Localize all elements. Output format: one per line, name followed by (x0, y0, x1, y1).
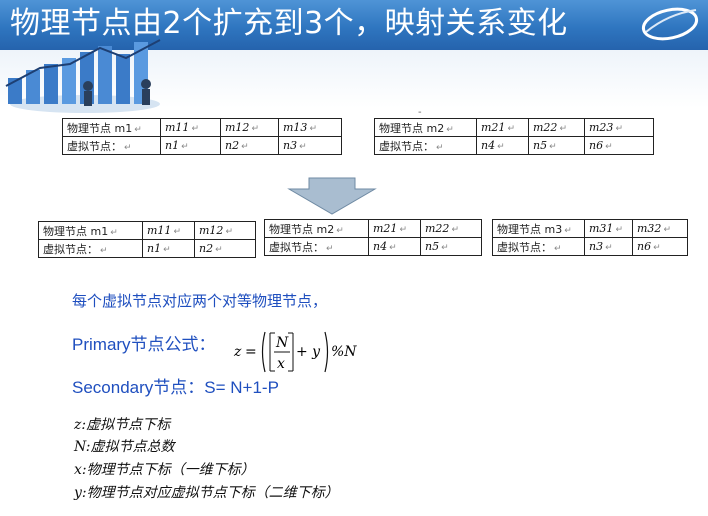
formula-denominator: x (277, 356, 285, 372)
table-cell: m32 (637, 222, 662, 235)
table-cell: m21 (373, 222, 398, 235)
table-row: 虚拟节点： ↵ n1 ↵ n2 ↵ (38, 239, 256, 258)
table-cell: n3 (283, 139, 298, 152)
business-chart-illustration-icon (5, 39, 161, 113)
table-cell: n6 (589, 139, 604, 152)
table-cell: 物理节点 m1 (67, 121, 133, 135)
table-cell: n3 (589, 240, 604, 253)
table-cell: 虚拟节点： (67, 139, 122, 153)
virtual-node-note: 每个虚拟节点对应两个对等物理节点， (72, 293, 328, 310)
table-cell: 虚拟节点： (497, 240, 552, 254)
formula-numerator: N (275, 335, 289, 351)
swoosh-logo-icon (641, 7, 699, 41)
table-cell: m22 (533, 121, 558, 134)
table-row: 物理节点 m3 ↵ m31 ↵ m32 ↵ (492, 219, 688, 238)
formula-z: z (233, 344, 242, 360)
table-cell: n6 (637, 240, 652, 253)
table-cell: m13 (283, 121, 308, 134)
table-cell: 物理节点 m3 (497, 222, 563, 236)
table-cell: n1 (147, 242, 162, 255)
table-row: 虚拟节点： ↵ n1 ↵ n2 ↵ n3 ↵ (62, 136, 342, 155)
right-paren-icon (324, 331, 329, 373)
formula-plus-y: + y (296, 344, 321, 360)
table-cell: 物理节点 m2 (379, 121, 445, 135)
table-cell: m22 (425, 222, 450, 235)
table-cell: m12 (199, 224, 224, 237)
primary-formula-label: Primary节点公式： (72, 335, 216, 354)
table-row: 虚拟节点： ↵ n4 ↵ n5 ↵ (264, 237, 482, 256)
table-row: 物理节点 m1 ↵ m11 ↵ m12 ↵ (38, 221, 256, 240)
table-cell: n1 (165, 139, 180, 152)
table-row: 虚拟节点： ↵ n3 ↵ n6 ↵ (492, 237, 688, 256)
table-cell: n2 (199, 242, 214, 255)
after-table-m1: 物理节点 m1 ↵ m11 ↵ m12 ↵ 虚拟节点： ↵ n1 ↵ n2 ↵ (38, 221, 256, 258)
definition-y: y:物理节点对应虚拟节点下标（二维下标） (74, 485, 339, 501)
table-cell: m11 (147, 224, 172, 237)
before-table-m2: 物理节点 m2 ↵ m21 ↵ m22 ↵ m23 ↵ 虚拟节点： ↵ n4 ↵ n5 ↵ n… (374, 118, 654, 155)
definition-z: z:虚拟节点下标 (74, 417, 171, 433)
table-cell: 物理节点 m2 (269, 222, 335, 236)
table-cell: m31 (589, 222, 614, 235)
definition-x: x:物理节点下标（一维下标） (74, 462, 255, 478)
table-row: 虚拟节点： ↵ n4 ↵ n5 ↵ n6 ↵ (374, 136, 654, 155)
table-cell: n5 (533, 139, 548, 152)
table-cell: n4 (481, 139, 496, 152)
table-cell: m21 (481, 121, 506, 134)
stray-mark: - (418, 107, 422, 118)
left-paren-icon (261, 331, 266, 373)
table-cell: n2 (225, 139, 240, 152)
definition-N: N:虚拟节点总数 (74, 439, 175, 455)
primary-formula: z = N x + y %N (233, 331, 357, 373)
table-cell: n4 (373, 240, 388, 253)
after-table-m3: 物理节点 m3 ↵ m31 ↵ m32 ↵ 虚拟节点： ↵ n3 ↵ n6 ↵ (492, 219, 688, 256)
table-row: 物理节点 m2 ↵ m21 ↵ m22 ↵ m23 ↵ (374, 118, 654, 137)
secondary-formula: Secondary节点：S= N+1-P (72, 378, 279, 397)
formula-mod: %N (331, 344, 357, 360)
formula-equals: = (245, 344, 257, 360)
table-cell: 虚拟节点： (269, 240, 324, 254)
table-cell: 物理节点 m1 (43, 224, 109, 238)
after-table-m2: 物理节点 m2 ↵ m21 ↵ m22 ↵ 虚拟节点： ↵ n4 ↵ n5 ↵ (264, 219, 482, 256)
table-row: 物理节点 m2 ↵ m21 ↵ m22 ↵ (264, 219, 482, 238)
table-cell: n5 (425, 240, 440, 253)
table-row: 物理节点 m1 ↵ m11 ↵ m12 ↵ m13 ↵ (62, 118, 342, 137)
down-arrow-icon (287, 177, 377, 215)
table-cell: 虚拟节点： (379, 139, 434, 153)
table-cell: m23 (589, 121, 614, 134)
table-cell: m12 (225, 121, 250, 134)
before-table-m1: 物理节点 m1 ↵ m11 ↵ m12 ↵ m13 ↵ 虚拟节点： ↵ n1 ↵ n2 ↵ n… (62, 118, 342, 155)
table-cell: m11 (165, 121, 190, 134)
table-cell: 虚拟节点： (43, 242, 98, 256)
